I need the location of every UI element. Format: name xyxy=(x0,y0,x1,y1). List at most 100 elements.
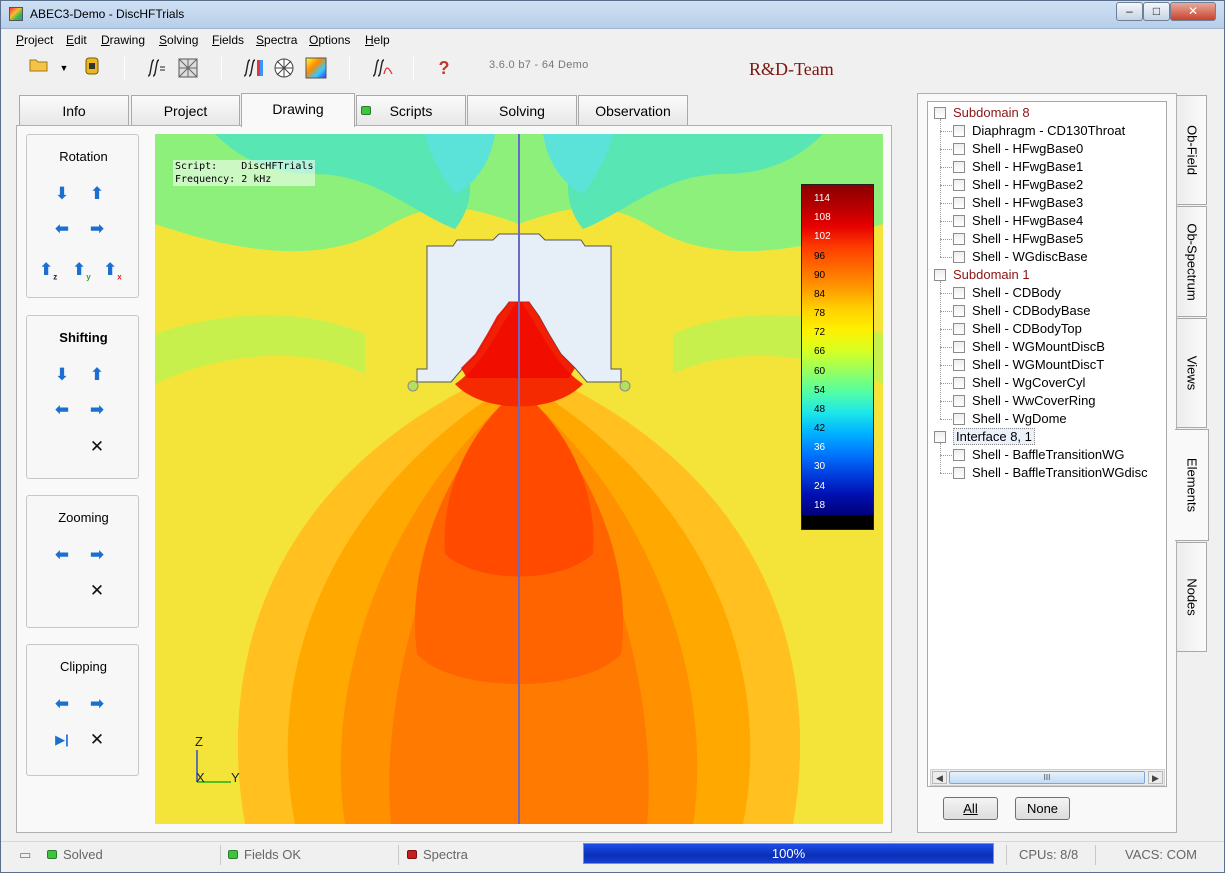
menu-project[interactable]: Project xyxy=(16,33,53,47)
maximize-button[interactable]: □ xyxy=(1143,2,1170,21)
tree-checkbox[interactable] xyxy=(953,395,965,407)
tab-scripts[interactable]: Scripts xyxy=(356,95,466,126)
all-button-label: All xyxy=(963,801,978,816)
clip-left-arrow-icon[interactable]: ⬅ xyxy=(53,695,71,713)
minimize-button[interactable]: – xyxy=(1116,2,1143,21)
scroll-right-icon[interactable]: ▶ xyxy=(1148,771,1163,784)
tree-checkbox[interactable] xyxy=(934,431,946,443)
clip-step-icon[interactable]: ▶| xyxy=(53,731,71,749)
tree-checkbox[interactable] xyxy=(953,251,965,263)
tree-checkbox[interactable] xyxy=(953,215,965,227)
save-project-icon[interactable] xyxy=(81,57,103,79)
tree-checkbox[interactable] xyxy=(953,467,965,479)
zoom-reset-icon[interactable]: ✕ xyxy=(88,582,106,600)
toolbar-separator xyxy=(221,57,222,81)
tree-connector xyxy=(940,383,952,384)
tab-drawing[interactable]: Drawing xyxy=(241,93,355,127)
tree-horizontal-scrollbar[interactable]: ◀ III ▶ xyxy=(930,769,1165,786)
tree-checkbox[interactable] xyxy=(953,143,965,155)
side-tab-views[interactable]: Views xyxy=(1177,318,1207,428)
rotate-right-arrow-icon[interactable]: ➡ xyxy=(88,220,106,238)
rotate-axis-x-icon[interactable]: ⬆x xyxy=(103,261,122,282)
rotate-axis-y-icon[interactable]: ⬆y xyxy=(72,261,91,282)
side-tab-elements[interactable]: Elements xyxy=(1175,429,1209,541)
tree-connector xyxy=(940,311,952,312)
menu-options[interactable]: Options xyxy=(309,33,350,47)
color-scale-label: 24 xyxy=(814,480,826,492)
shift-left-arrow-icon[interactable]: ⬅ xyxy=(53,401,71,419)
tree-checkbox[interactable] xyxy=(953,413,965,425)
tree-node-label: Diaphragm - CD130Throat xyxy=(972,123,1126,138)
tree-checkbox[interactable] xyxy=(953,287,965,299)
field-colors-icon[interactable] xyxy=(305,57,327,79)
title-bar: ABEC3-Demo - DiscHFTrials – □ ✕ xyxy=(1,1,1224,29)
menu-help[interactable]: Help xyxy=(365,33,390,47)
tree-checkbox[interactable] xyxy=(934,269,946,281)
menu-spectra[interactable]: Spectra xyxy=(256,33,297,47)
integral-spectrum-icon[interactable] xyxy=(241,57,263,79)
toolbar-separator xyxy=(413,57,414,81)
tree-checkbox[interactable] xyxy=(953,359,965,371)
tree-node-label: Shell - HFwgBase2 xyxy=(972,177,1084,192)
side-tab-ob-spectrum[interactable]: Ob-Spectrum xyxy=(1177,206,1207,317)
rotate-up-arrow-icon[interactable]: ⬆ xyxy=(88,185,106,203)
zoom-out-arrow-icon[interactable]: ⬅ xyxy=(53,546,71,564)
field-viewport[interactable]: Script: DiscHFTrials Frequency: 2 kHz 11… xyxy=(155,134,883,824)
progress-bar: 100% xyxy=(583,843,994,864)
shift-up-arrow-icon[interactable]: ⬆ xyxy=(88,366,106,384)
tree-node-label: Shell - WgCoverCyl xyxy=(972,375,1086,390)
menu-mnemonic: S xyxy=(256,33,265,47)
rotate-axis-z-icon[interactable]: ⬆z xyxy=(39,261,57,282)
tree-checkbox[interactable] xyxy=(953,341,965,353)
rotate-down-arrow-icon[interactable]: ⬇ xyxy=(53,185,71,203)
color-scale-label: 54 xyxy=(814,384,826,396)
tree-checkbox[interactable] xyxy=(953,323,965,335)
side-tab-ob-field[interactable]: Ob-Field xyxy=(1177,95,1207,205)
clip-reset-icon[interactable]: ✕ xyxy=(88,731,106,749)
select-none-button[interactable]: None xyxy=(1015,797,1070,820)
tree-checkbox[interactable] xyxy=(953,233,965,245)
script-line: Script: DiscHFTrials xyxy=(175,161,314,172)
tree-checkbox[interactable] xyxy=(953,125,965,137)
mesh-icon[interactable] xyxy=(177,57,199,79)
integral-observation-icon[interactable] xyxy=(370,57,393,79)
close-button[interactable]: ✕ xyxy=(1170,2,1216,21)
version-label: 3.6.0 b7 - 64 Demo xyxy=(489,59,589,71)
tree-checkbox[interactable] xyxy=(953,305,965,317)
clip-right-arrow-icon[interactable]: ➡ xyxy=(88,695,106,713)
shift-right-arrow-icon[interactable]: ➡ xyxy=(88,401,106,419)
scroll-left-icon[interactable]: ◀ xyxy=(932,771,947,784)
tree-connector xyxy=(940,455,952,456)
tree-checkbox[interactable] xyxy=(934,107,946,119)
open-folder-icon[interactable] xyxy=(28,57,50,79)
tab-solving[interactable]: Solving xyxy=(467,95,577,126)
tree-connector xyxy=(940,473,952,474)
help-icon[interactable]: ? xyxy=(433,57,455,79)
elements-tree[interactable]: Subdomain 8 Diaphragm - CD130Throat Shell … xyxy=(927,101,1167,787)
menu-solving[interactable]: Solving xyxy=(159,33,198,47)
menu-fields[interactable]: Fields xyxy=(212,33,244,47)
color-scale-label: 108 xyxy=(814,212,831,224)
tree-connector xyxy=(940,131,952,132)
tab-observation[interactable]: Observation xyxy=(578,95,688,126)
dropdown-arrow-icon[interactable]: ▼ xyxy=(57,57,71,79)
tree-checkbox[interactable] xyxy=(953,179,965,191)
integral-solve-icon[interactable] xyxy=(144,57,166,79)
shift-reset-icon[interactable]: ✕ xyxy=(88,438,106,456)
select-all-button[interactable]: All xyxy=(943,797,998,820)
menu-label: olving xyxy=(167,33,199,47)
menu-edit[interactable]: Edit xyxy=(66,33,87,47)
tree-checkbox[interactable] xyxy=(953,377,965,389)
scroll-thumb[interactable]: III xyxy=(949,771,1145,784)
rotate-left-arrow-icon[interactable]: ⬅ xyxy=(53,220,71,238)
tab-info[interactable]: Info xyxy=(19,95,129,126)
side-tab-nodes[interactable]: Nodes xyxy=(1177,542,1207,652)
tree-checkbox[interactable] xyxy=(953,161,965,173)
tree-checkbox[interactable] xyxy=(953,449,965,461)
menu-drawing[interactable]: Drawing xyxy=(101,33,145,47)
tree-checkbox[interactable] xyxy=(953,197,965,209)
zoom-in-arrow-icon[interactable]: ➡ xyxy=(88,546,106,564)
shift-down-arrow-icon[interactable]: ⬇ xyxy=(53,366,71,384)
tab-project[interactable]: Project xyxy=(131,95,240,126)
grid-view-icon[interactable] xyxy=(273,57,295,79)
